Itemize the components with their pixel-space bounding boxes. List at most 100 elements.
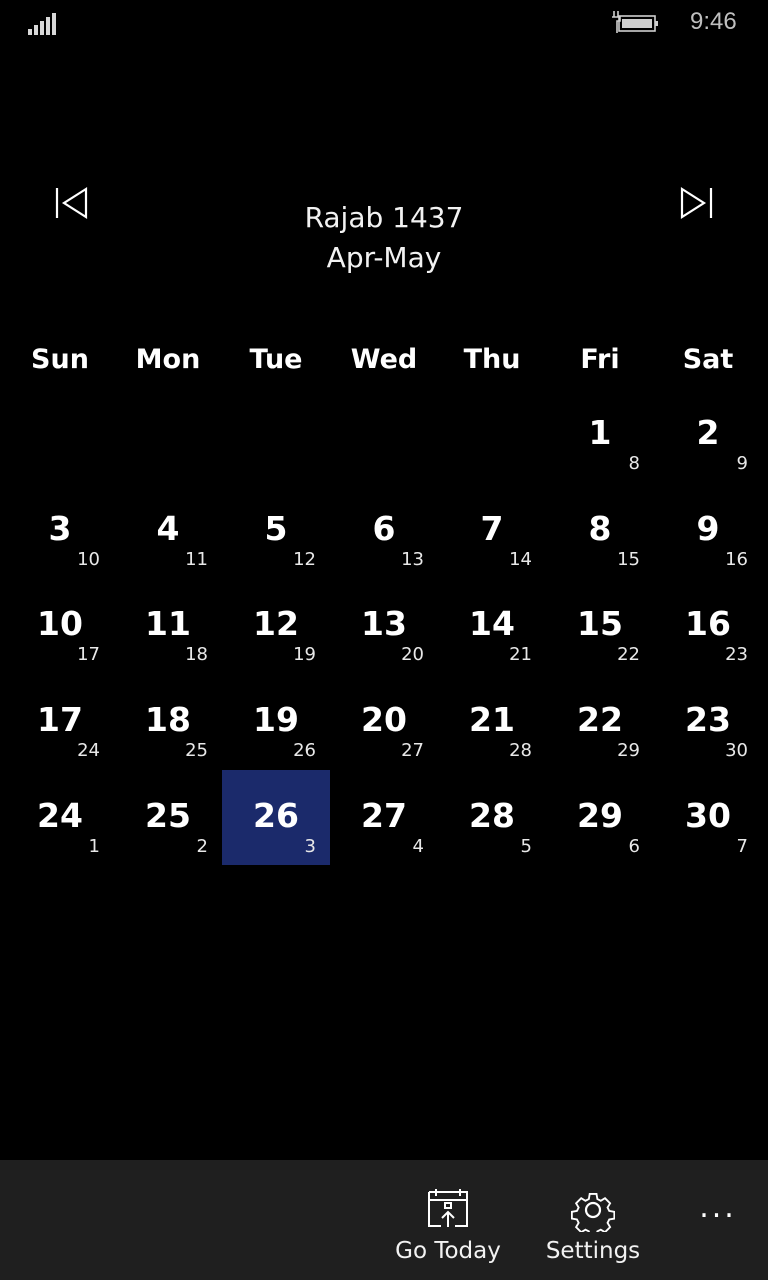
calendar-week-row: 10 17 11 18 12 19 13 20 14 21 15 22 16 23 bbox=[6, 578, 762, 674]
hijri-day-number: 25 bbox=[185, 740, 208, 762]
settings-label: Settings bbox=[545, 1238, 641, 1264]
weekday-label: Mon bbox=[135, 344, 201, 375]
calendar-day[interactable]: 15 22 bbox=[546, 578, 654, 674]
more-options-button[interactable]: ... bbox=[690, 1190, 746, 1230]
hijri-day-number: 22 bbox=[617, 644, 640, 666]
hijri-day-number: 11 bbox=[185, 548, 208, 570]
calendar-day[interactable]: 10 17 bbox=[6, 578, 114, 674]
weekday-label: Fri bbox=[580, 344, 620, 375]
gregorian-day-number: 28 bbox=[469, 795, 515, 835]
empty-day-cell bbox=[114, 387, 222, 483]
gregorian-day-number: 7 bbox=[480, 508, 504, 548]
gregorian-day-number: 30 bbox=[685, 795, 731, 835]
gregorian-months-subtitle: Apr-May bbox=[326, 241, 442, 274]
signal-bars-icon bbox=[28, 13, 60, 35]
calendar-day-today[interactable]: 26 3 bbox=[222, 769, 330, 866]
gregorian-day-number: 8 bbox=[588, 508, 612, 548]
hijri-day-number: 6 bbox=[628, 835, 640, 857]
battery-charging-icon bbox=[612, 11, 658, 33]
weekday-label: Tue bbox=[249, 344, 303, 375]
calendar-week-row: 3 10 4 11 5 12 6 13 7 14 8 15 9 16 bbox=[6, 483, 762, 579]
calendar-day[interactable]: 16 23 bbox=[654, 578, 762, 674]
gregorian-day-number: 4 bbox=[156, 508, 180, 548]
gregorian-day-number: 27 bbox=[361, 795, 407, 835]
gregorian-day-number: 16 bbox=[685, 604, 731, 644]
go-today-button[interactable]: Go Today bbox=[390, 1160, 506, 1280]
calendar-grid: Sun Mon Tue Wed Thu Fri Sat 1 8 2 9 3 10 4 11 5 1… bbox=[6, 332, 762, 866]
gear-icon bbox=[571, 1193, 615, 1232]
hijri-day-number: 27 bbox=[401, 740, 424, 762]
settings-button[interactable]: Settings bbox=[543, 1160, 643, 1280]
weeks: 1 8 2 9 3 10 4 11 5 12 6 13 7 14 8 15 9 16 10 17 11 18 12 19 13 2… bbox=[6, 387, 762, 866]
calendar-day[interactable]: 29 bbox=[654, 387, 762, 483]
go-today-label: Go Today bbox=[395, 1238, 501, 1264]
weekday-label: Thu bbox=[463, 344, 521, 375]
calendar-day[interactable]: 19 26 bbox=[222, 674, 330, 770]
calendar-day[interactable]: 23 30 bbox=[654, 674, 762, 770]
empty-day-cell bbox=[330, 387, 438, 483]
calendar-day[interactable]: 18 bbox=[546, 387, 654, 483]
hijri-day-number: 18 bbox=[185, 644, 208, 666]
gregorian-day-number: 18 bbox=[145, 700, 191, 740]
calendar-day[interactable]: 27 4 bbox=[330, 770, 438, 866]
calendar-day[interactable]: 5 12 bbox=[222, 483, 330, 579]
calendar-day[interactable]: 18 25 bbox=[114, 674, 222, 770]
hijri-day-number: 15 bbox=[617, 548, 640, 570]
calendar-day[interactable]: 3 10 bbox=[6, 483, 114, 579]
calendar-day[interactable]: 11 18 bbox=[114, 578, 222, 674]
hijri-day-number: 29 bbox=[617, 740, 640, 762]
calendar-day[interactable]: 21 28 bbox=[438, 674, 546, 770]
hijri-day-number: 9 bbox=[736, 453, 748, 474]
hijri-day-number: 28 bbox=[509, 740, 532, 762]
calendar-day[interactable]: 9 16 bbox=[654, 483, 762, 579]
calendar-week-row: 17 24 18 25 19 26 20 27 21 28 22 29 23 30 bbox=[6, 674, 762, 770]
hijri-day-number: 7 bbox=[736, 835, 748, 857]
calendar-day[interactable]: 8 15 bbox=[546, 483, 654, 579]
calendar-day[interactable]: 13 20 bbox=[330, 578, 438, 674]
gregorian-day-number: 19 bbox=[253, 700, 299, 740]
hijri-day-number: 4 bbox=[412, 835, 424, 857]
month-header: Rajab 1437 Apr-May bbox=[0, 198, 768, 278]
gregorian-day-number: 25 bbox=[145, 795, 191, 835]
weekday-label: Sun bbox=[31, 344, 89, 375]
gregorian-day-number: 17 bbox=[37, 700, 83, 740]
gregorian-day-number: 29 bbox=[577, 795, 623, 835]
gregorian-day-number: 1 bbox=[588, 413, 612, 452]
status-bar: 9:46 bbox=[0, 0, 768, 50]
hijri-day-number: 20 bbox=[401, 644, 424, 666]
gregorian-day-number: 11 bbox=[145, 604, 191, 644]
calendar-go-today-icon bbox=[428, 1189, 468, 1227]
empty-day-cell bbox=[438, 387, 546, 483]
calendar-day[interactable]: 12 19 bbox=[222, 578, 330, 674]
weekday-label: Sat bbox=[682, 344, 734, 375]
calendar-day[interactable]: 28 5 bbox=[438, 770, 546, 866]
calendar-day[interactable]: 29 6 bbox=[546, 770, 654, 866]
calendar-day[interactable]: 4 11 bbox=[114, 483, 222, 579]
app-bar: Go Today Settings bbox=[0, 1160, 768, 1280]
gregorian-day-number: 12 bbox=[253, 604, 299, 644]
gregorian-day-number: 13 bbox=[361, 604, 407, 644]
empty-day-cell bbox=[6, 387, 114, 483]
calendar-day[interactable]: 22 29 bbox=[546, 674, 654, 770]
gregorian-day-number: 2 bbox=[696, 413, 720, 452]
calendar-day[interactable]: 30 7 bbox=[654, 770, 762, 866]
calendar-day[interactable]: 7 14 bbox=[438, 483, 546, 579]
calendar-day[interactable]: 20 27 bbox=[330, 674, 438, 770]
gregorian-day-number: 3 bbox=[48, 508, 72, 548]
gregorian-day-number: 26 bbox=[253, 795, 299, 835]
hijri-day-number: 24 bbox=[77, 740, 100, 762]
hijri-day-number: 1 bbox=[88, 835, 100, 857]
gregorian-day-number: 9 bbox=[696, 508, 720, 548]
calendar-day[interactable]: 24 1 bbox=[6, 770, 114, 866]
hijri-day-number: 14 bbox=[509, 548, 532, 570]
gregorian-day-number: 6 bbox=[372, 508, 396, 548]
calendar-day[interactable]: 14 21 bbox=[438, 578, 546, 674]
gregorian-day-number: 24 bbox=[37, 795, 83, 835]
calendar-day[interactable]: 6 13 bbox=[330, 483, 438, 579]
calendar-day[interactable]: 17 24 bbox=[6, 674, 114, 770]
hijri-day-number: 19 bbox=[293, 644, 316, 666]
hijri-day-number: 17 bbox=[77, 644, 100, 666]
calendar-day[interactable]: 25 2 bbox=[114, 770, 222, 866]
hijri-day-number: 23 bbox=[725, 644, 748, 666]
hijri-day-number: 5 bbox=[520, 835, 532, 857]
